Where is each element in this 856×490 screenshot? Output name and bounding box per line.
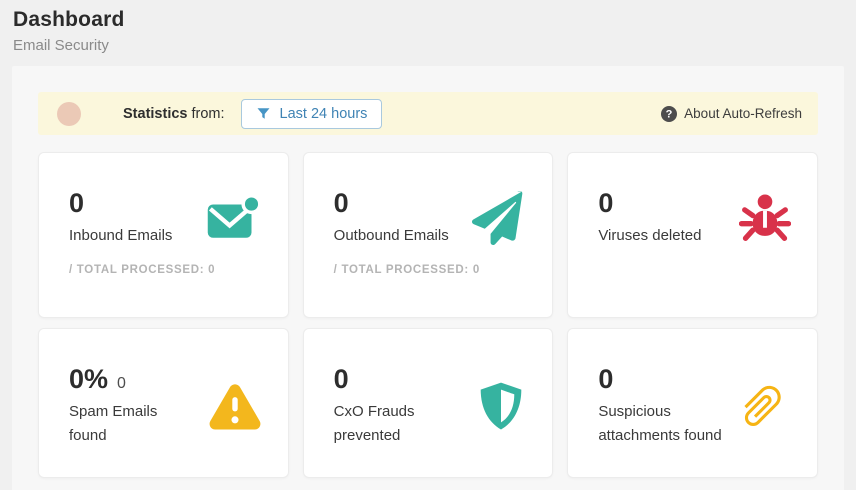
viruses-deleted-value: 0 (598, 188, 613, 218)
card-spam-emails: 0% 0 Spam Emails found (38, 328, 289, 478)
card-outbound-emails: 0 Outbound Emails / TOTAL PROCESSED: 0 (303, 152, 554, 318)
inbound-emails-value: 0 (69, 188, 84, 218)
time-range-filter-button[interactable]: Last 24 hours (241, 99, 383, 129)
card-viruses-deleted: 0 Viruses deleted (567, 152, 818, 318)
page-header: Dashboard Email Security (0, 0, 856, 54)
spam-count-value: 0 (117, 375, 126, 392)
envelope-notification-icon (206, 194, 262, 243)
outbound-total-processed: / TOTAL PROCESSED: 0 (334, 264, 527, 276)
paperclip-icon (733, 377, 791, 435)
spam-percent-value: 0% (69, 364, 108, 394)
suspicious-attachments-label: Suspicious attachments found (598, 400, 723, 447)
card-inbound-emails: 0 Inbound Emails / TOTAL PROCESSED: 0 (38, 152, 289, 318)
page-subtitle: Email Security (13, 37, 842, 54)
auto-refresh-indicator-dot (57, 102, 81, 126)
statistics-banner: Statistics from: Last 24 hours ? About A… (38, 92, 818, 135)
svg-text:?: ? (666, 108, 673, 120)
statistics-label-rest: from: (187, 106, 224, 122)
paper-plane-icon (472, 191, 526, 245)
stat-cards-grid: 0 Inbound Emails / TOTAL PROCESSED: 0 0 (38, 152, 818, 478)
cxo-frauds-label: CxO Frauds prevented (334, 400, 467, 447)
statistics-label-bold: Statistics (123, 106, 187, 122)
question-circle-icon: ? (661, 106, 677, 122)
card-suspicious-attachments: 0 Suspicious attachments found (567, 328, 818, 478)
bug-icon (739, 192, 791, 244)
filter-funnel-icon (256, 106, 271, 121)
cxo-frauds-value: 0 (334, 364, 349, 394)
warning-triangle-icon (208, 381, 262, 430)
filter-button-label: Last 24 hours (280, 106, 368, 122)
card-cxo-frauds: 0 CxO Frauds prevented (303, 328, 554, 478)
inbound-emails-label: Inbound Emails (69, 224, 172, 247)
content-panel: Statistics from: Last 24 hours ? About A… (12, 66, 844, 490)
suspicious-attachments-value: 0 (598, 364, 613, 394)
outbound-emails-label: Outbound Emails (334, 224, 449, 247)
about-auto-refresh-label: About Auto-Refresh (684, 106, 802, 121)
about-auto-refresh-link[interactable]: ? About Auto-Refresh (661, 106, 802, 122)
page-title: Dashboard (13, 8, 842, 32)
inbound-total-processed: / TOTAL PROCESSED: 0 (69, 264, 262, 276)
spam-emails-label: Spam Emails found (69, 400, 198, 447)
outbound-emails-value: 0 (334, 188, 349, 218)
statistics-from-label: Statistics from: (123, 106, 225, 122)
viruses-deleted-label: Viruses deleted (598, 224, 701, 247)
shield-icon (476, 379, 526, 433)
